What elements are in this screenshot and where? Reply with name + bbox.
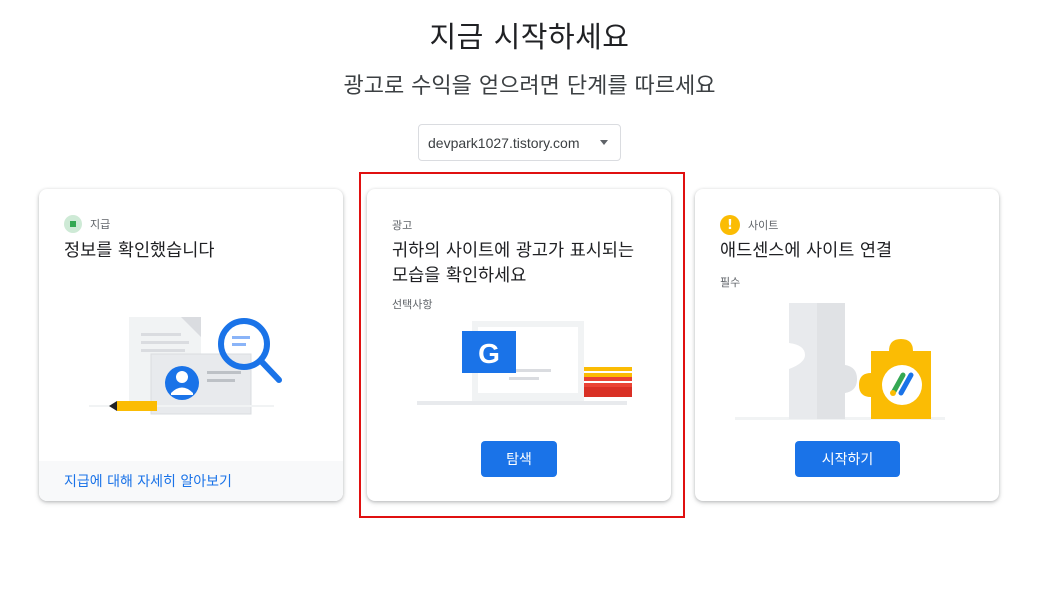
ads-preview-card: 광고 귀하의 사이트에 광고가 표시되는 모습을 확인하세요 선택사항 G 탐색 (367, 189, 671, 501)
ads-card-title: 귀하의 사이트에 광고가 표시되는 모습을 확인하세요 (392, 241, 635, 286)
explore-button[interactable]: 탐색 (481, 441, 557, 477)
ads-status-label: 광고 (392, 219, 413, 232)
get-started-button[interactable]: 시작하기 (795, 441, 900, 477)
ads-status: 광고 (392, 217, 412, 233)
site-required-note: 필수 (720, 276, 741, 289)
site-selector-dropdown[interactable]: devpark1027.tistory.com (418, 124, 621, 161)
payments-status: 지급 (64, 215, 110, 233)
payments-status-label: 지급 (90, 218, 111, 231)
chevron-down-icon (600, 140, 608, 145)
site-status: ! 사이트 (720, 215, 778, 235)
payments-card: 지급 정보를 확인했습니다 지급에 대해 자세히 알아보기 (39, 189, 343, 501)
warning-icon: ! (720, 215, 740, 235)
ads-optional-note: 선택사항 (392, 298, 433, 311)
page-subtitle: 광고로 수익을 얻으려면 단계를 따르세요 (343, 74, 716, 99)
adsense-get-started-page: 지금 시작하세요 광고로 수익을 얻으려면 단계를 따르세요 devpark10… (0, 0, 1059, 594)
site-card-title: 애드센스에 사이트 연결 (720, 241, 893, 261)
learn-more-payments-link[interactable]: 지급에 대해 자세히 알아보기 (39, 461, 343, 501)
ads-preview-illustration: G (417, 321, 632, 405)
check-status-icon (64, 215, 82, 233)
puzzle-connect-illustration (735, 303, 945, 420)
site-selector-value: devpark1027.tistory.com (428, 134, 580, 151)
site-status-label: 사이트 (748, 219, 779, 232)
page-title: 지금 시작하세요 (429, 20, 630, 54)
google-logo-letter: G (478, 338, 500, 369)
payment-verification-illustration (89, 317, 282, 415)
site-connect-card: ! 사이트 애드센스에 사이트 연결 필수 시작하기 (695, 189, 999, 501)
payments-card-title: 정보를 확인했습니다 (64, 241, 215, 261)
